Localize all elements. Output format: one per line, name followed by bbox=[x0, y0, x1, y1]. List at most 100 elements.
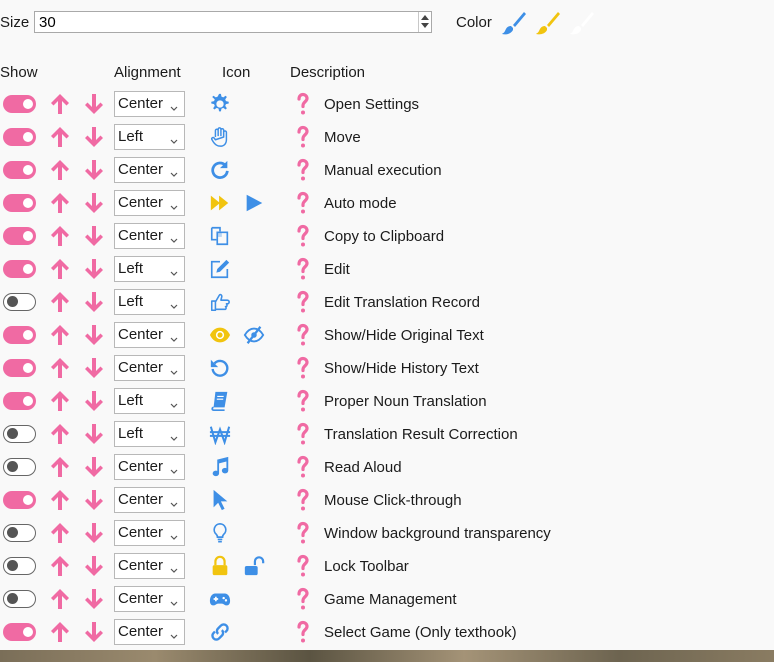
show-toggle[interactable] bbox=[3, 425, 36, 443]
move-down-icon[interactable] bbox=[82, 521, 106, 545]
move-down-icon[interactable] bbox=[82, 620, 106, 644]
move-down-icon[interactable] bbox=[82, 587, 106, 611]
move-up-icon[interactable] bbox=[48, 422, 72, 446]
help-icon[interactable] bbox=[296, 92, 310, 116]
move-down-icon[interactable] bbox=[82, 488, 106, 512]
move-up-icon[interactable] bbox=[48, 158, 72, 182]
show-toggle[interactable] bbox=[3, 95, 36, 113]
alignment-select[interactable]: Center bbox=[114, 586, 185, 612]
alignment-select[interactable]: Left bbox=[114, 124, 185, 150]
alignment-select[interactable]: Center bbox=[114, 454, 185, 480]
alignment-select[interactable]: Left bbox=[114, 256, 185, 282]
move-up-icon[interactable] bbox=[48, 92, 72, 116]
white-brush-icon[interactable] bbox=[569, 10, 595, 36]
show-toggle[interactable] bbox=[3, 524, 36, 542]
help-icon[interactable] bbox=[296, 125, 310, 149]
help-icon[interactable] bbox=[296, 191, 310, 215]
alignment-select[interactable]: Center bbox=[114, 355, 185, 381]
move-down-icon[interactable] bbox=[82, 554, 106, 578]
edit-icon[interactable] bbox=[209, 258, 231, 280]
cursor-icon[interactable] bbox=[209, 489, 231, 511]
copy-icon[interactable] bbox=[209, 225, 231, 247]
eye-slash-icon[interactable] bbox=[243, 324, 265, 346]
help-icon[interactable] bbox=[296, 554, 310, 578]
move-up-icon[interactable] bbox=[48, 620, 72, 644]
move-down-icon[interactable] bbox=[82, 389, 106, 413]
blue-brush-icon[interactable] bbox=[501, 10, 527, 36]
yellow-brush-icon[interactable] bbox=[535, 10, 561, 36]
help-icon[interactable] bbox=[296, 422, 310, 446]
move-down-icon[interactable] bbox=[82, 158, 106, 182]
help-icon[interactable] bbox=[296, 323, 310, 347]
move-down-icon[interactable] bbox=[82, 356, 106, 380]
play-icon[interactable] bbox=[243, 192, 265, 214]
help-icon[interactable] bbox=[296, 587, 310, 611]
alignment-select[interactable]: Center bbox=[114, 487, 185, 513]
move-up-icon[interactable] bbox=[48, 587, 72, 611]
move-up-icon[interactable] bbox=[48, 488, 72, 512]
show-toggle[interactable] bbox=[3, 392, 36, 410]
move-up-icon[interactable] bbox=[48, 323, 72, 347]
move-down-icon[interactable] bbox=[82, 125, 106, 149]
move-down-icon[interactable] bbox=[82, 455, 106, 479]
show-toggle[interactable] bbox=[3, 359, 36, 377]
book-icon[interactable] bbox=[209, 390, 231, 412]
help-icon[interactable] bbox=[296, 356, 310, 380]
move-up-icon[interactable] bbox=[48, 554, 72, 578]
show-toggle[interactable] bbox=[3, 161, 36, 179]
fast-forward-icon[interactable] bbox=[209, 192, 231, 214]
show-toggle[interactable] bbox=[3, 491, 36, 509]
alignment-select[interactable]: Center bbox=[114, 322, 185, 348]
move-up-icon[interactable] bbox=[48, 389, 72, 413]
unlock-icon[interactable] bbox=[243, 555, 265, 577]
move-up-icon[interactable] bbox=[48, 125, 72, 149]
show-toggle[interactable] bbox=[3, 326, 36, 344]
redo-icon[interactable] bbox=[209, 159, 231, 181]
move-up-icon[interactable] bbox=[48, 521, 72, 545]
spin-up-icon[interactable] bbox=[421, 15, 429, 20]
help-icon[interactable] bbox=[296, 389, 310, 413]
help-icon[interactable] bbox=[296, 158, 310, 182]
lock-icon[interactable] bbox=[209, 555, 231, 577]
size-spinner[interactable] bbox=[418, 12, 433, 32]
show-toggle[interactable] bbox=[3, 590, 36, 608]
alignment-select[interactable]: Center bbox=[114, 157, 185, 183]
show-toggle[interactable] bbox=[3, 194, 36, 212]
won-icon[interactable] bbox=[209, 423, 231, 445]
alignment-select[interactable]: Center bbox=[114, 91, 185, 117]
help-icon[interactable] bbox=[296, 224, 310, 248]
move-down-icon[interactable] bbox=[82, 92, 106, 116]
gamepad-icon[interactable] bbox=[209, 588, 231, 610]
show-toggle[interactable] bbox=[3, 458, 36, 476]
move-up-icon[interactable] bbox=[48, 191, 72, 215]
hand-point-icon[interactable] bbox=[209, 291, 231, 313]
move-down-icon[interactable] bbox=[82, 323, 106, 347]
eye-icon[interactable] bbox=[209, 324, 231, 346]
move-down-icon[interactable] bbox=[82, 224, 106, 248]
show-toggle[interactable] bbox=[3, 227, 36, 245]
move-down-icon[interactable] bbox=[82, 257, 106, 281]
help-icon[interactable] bbox=[296, 257, 310, 281]
link-icon[interactable] bbox=[209, 621, 231, 643]
alignment-select[interactable]: Left bbox=[114, 289, 185, 315]
gear-icon[interactable] bbox=[209, 93, 231, 115]
alignment-select[interactable]: Center bbox=[114, 619, 185, 645]
help-icon[interactable] bbox=[296, 455, 310, 479]
alignment-select[interactable]: Center bbox=[114, 520, 185, 546]
alignment-select[interactable]: Left bbox=[114, 388, 185, 414]
music-icon[interactable] bbox=[209, 456, 231, 478]
move-down-icon[interactable] bbox=[82, 191, 106, 215]
hand-icon[interactable] bbox=[209, 126, 231, 148]
lightbulb-icon[interactable] bbox=[209, 522, 231, 544]
size-input[interactable] bbox=[34, 11, 432, 33]
help-icon[interactable] bbox=[296, 521, 310, 545]
history-icon[interactable] bbox=[209, 357, 231, 379]
alignment-select[interactable]: Center bbox=[114, 223, 185, 249]
show-toggle[interactable] bbox=[3, 293, 36, 311]
move-down-icon[interactable] bbox=[82, 422, 106, 446]
help-icon[interactable] bbox=[296, 620, 310, 644]
move-down-icon[interactable] bbox=[82, 290, 106, 314]
move-up-icon[interactable] bbox=[48, 224, 72, 248]
show-toggle[interactable] bbox=[3, 260, 36, 278]
move-up-icon[interactable] bbox=[48, 455, 72, 479]
